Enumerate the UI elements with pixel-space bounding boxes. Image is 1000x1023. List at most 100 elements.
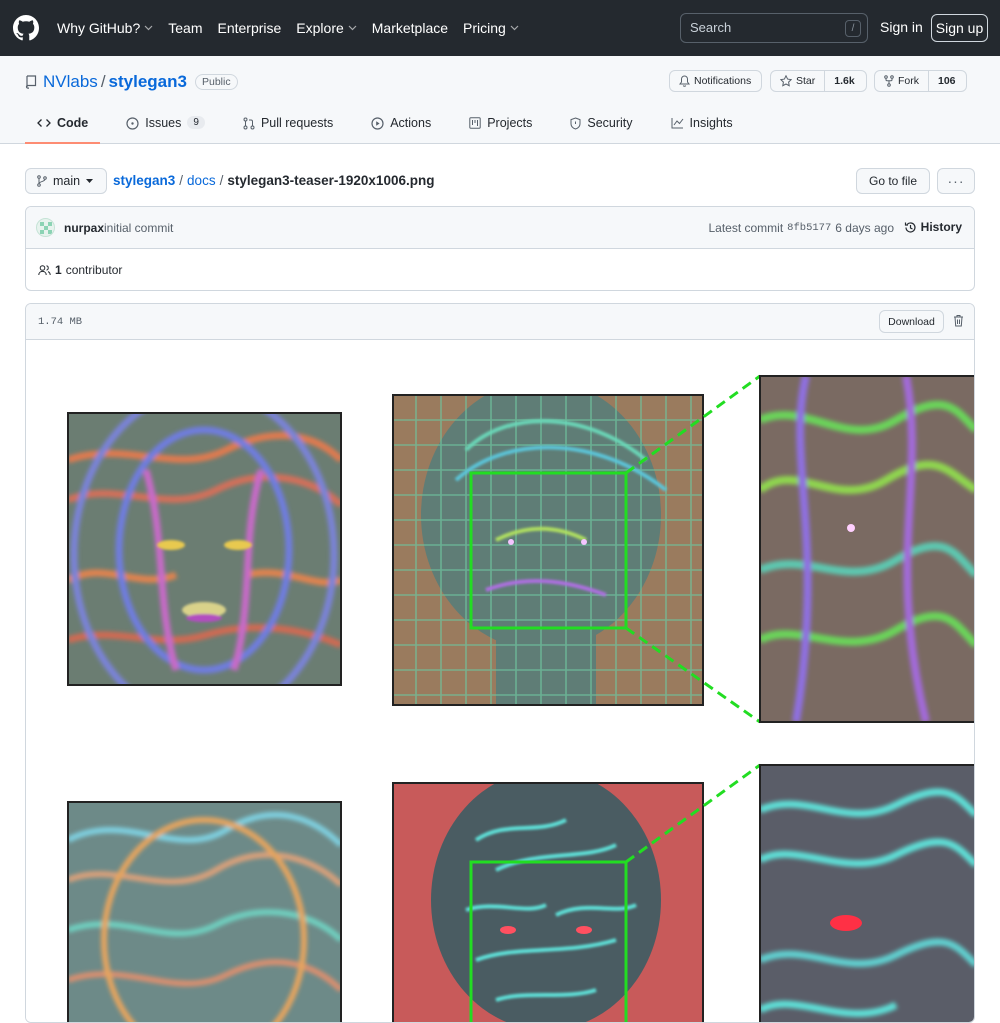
file-navigation: main stylegan3 / docs / stylegan3-teaser… — [25, 168, 975, 194]
repo-tabs: Code Issues 9 Pull requests Actions Proj… — [25, 116, 759, 144]
tab-code-label: Code — [57, 116, 89, 130]
fork-count[interactable]: 106 — [928, 71, 965, 91]
chevron-down-icon — [510, 25, 519, 31]
breadcrumb-repo-link[interactable]: stylegan3 — [113, 173, 175, 188]
commit-message-link[interactable]: initial commit — [104, 221, 173, 235]
star-segment[interactable]: Star — [771, 71, 824, 91]
download-button[interactable]: Download — [879, 310, 944, 333]
history-link[interactable]: History — [904, 220, 962, 234]
notifications-button[interactable]: Notifications — [669, 70, 762, 92]
avatar[interactable] — [36, 218, 55, 237]
commit-age: 6 days ago — [835, 221, 894, 235]
tab-issues[interactable]: Issues 9 — [114, 116, 205, 144]
nav-pricing[interactable]: Pricing — [463, 20, 519, 36]
star-count[interactable]: 1.6k — [824, 71, 863, 91]
history-label: History — [920, 220, 962, 234]
face-panel-4 — [393, 783, 703, 1022]
tab-security[interactable]: Security — [558, 116, 633, 144]
breadcrumb: stylegan3 / docs / stylegan3-teaser-1920… — [113, 173, 434, 188]
nav-why-github-label: Why GitHub? — [57, 20, 141, 36]
contributors-label: contributor — [65, 263, 123, 277]
fork-segment[interactable]: Fork — [875, 71, 928, 91]
pull-request-icon — [243, 117, 255, 130]
tab-insights[interactable]: Insights — [659, 116, 733, 144]
nav-marketplace[interactable]: Marketplace — [372, 20, 448, 36]
breadcrumb-separator: / — [179, 173, 184, 188]
people-icon — [38, 265, 51, 276]
search-shortcut-key: / — [845, 20, 861, 37]
breadcrumb-docs-link[interactable]: docs — [187, 173, 216, 188]
issues-count-badge: 9 — [187, 116, 205, 129]
tab-projects[interactable]: Projects — [457, 116, 532, 144]
fork-label: Fork — [898, 75, 919, 87]
latest-commit-bar: nurpax initial commit Latest commit 8fb5… — [26, 207, 974, 249]
search-input[interactable]: Search / — [680, 13, 868, 43]
branch-icon — [37, 175, 47, 187]
fork-button[interactable]: Fork 106 — [874, 70, 967, 92]
commit-box: nurpax initial commit Latest commit 8fb5… — [25, 206, 975, 291]
tab-code[interactable]: Code — [25, 116, 101, 144]
contributors-bar: 1 contributor — [26, 249, 974, 290]
file-header: 1.74 MB Download — [26, 304, 974, 340]
more-options-button[interactable]: ··· — [937, 168, 975, 194]
file-size: 1.74 MB — [38, 316, 83, 328]
search-placeholder: Search — [690, 20, 732, 35]
trash-icon[interactable] — [953, 314, 964, 327]
nav-explore[interactable]: Explore — [296, 20, 357, 36]
tab-actions[interactable]: Actions — [359, 116, 431, 144]
image-preview — [26, 340, 974, 1022]
code-icon — [37, 119, 51, 127]
zoom-panel-2 — [760, 765, 974, 1022]
file-view: 1.74 MB Download — [25, 303, 975, 1023]
contributors-link[interactable]: 1 contributor — [38, 263, 122, 277]
sign-in-link[interactable]: Sign in — [880, 19, 923, 35]
nav-pricing-label: Pricing — [463, 20, 506, 36]
nav-enterprise[interactable]: Enterprise — [217, 20, 281, 36]
github-logo-icon[interactable] — [13, 15, 39, 41]
graph-icon — [671, 118, 683, 129]
top-header: Why GitHub? Team Enterprise Explore Mark… — [0, 0, 1000, 56]
contributors-count: 1 — [55, 263, 62, 277]
repo-separator: / — [100, 72, 106, 91]
tab-actions-label: Actions — [390, 116, 432, 130]
commit-sha-link[interactable]: 8fb5177 — [787, 222, 831, 235]
branch-selector[interactable]: main — [25, 168, 107, 194]
notifications-label: Notifications — [694, 75, 752, 87]
fork-icon — [884, 75, 894, 87]
tab-security-label: Security — [587, 116, 633, 130]
breadcrumb-filename: stylegan3-teaser-1920x1006.png — [227, 173, 435, 188]
tab-insights-label: Insights — [689, 116, 733, 130]
breadcrumb-separator: / — [219, 173, 224, 188]
branch-name: main — [53, 174, 81, 188]
repo-owner-link[interactable]: NVlabs — [43, 72, 98, 92]
star-icon — [780, 75, 792, 87]
nav-why-github[interactable]: Why GitHub? — [57, 20, 153, 36]
latest-commit-info: Latest commit 8fb5177 6 days ago — [708, 221, 894, 235]
nav-team[interactable]: Team — [168, 20, 202, 36]
nav-explore-label: Explore — [296, 20, 344, 36]
tab-pull-requests-label: Pull requests — [260, 116, 334, 130]
star-button[interactable]: Star 1.6k — [770, 70, 867, 92]
go-to-file-button[interactable]: Go to file — [856, 168, 930, 194]
play-icon — [371, 117, 384, 130]
tab-issues-label: Issues — [145, 116, 182, 130]
visibility-badge: Public — [194, 74, 238, 90]
bell-icon — [679, 75, 690, 87]
star-label: Star — [796, 75, 816, 87]
commit-author-link[interactable]: nurpax — [64, 221, 104, 235]
zoom-panel-1 — [760, 376, 974, 722]
face-panel-2 — [393, 395, 703, 705]
project-icon — [469, 117, 481, 129]
repo-icon — [25, 75, 37, 89]
sign-up-button[interactable]: Sign up — [931, 14, 988, 42]
issue-icon — [126, 117, 139, 130]
top-navigation: Why GitHub? Team Enterprise Explore Mark… — [57, 20, 534, 36]
chevron-down-icon — [348, 25, 357, 31]
teaser-image — [67, 374, 974, 1022]
latest-commit-label: Latest commit — [708, 221, 784, 235]
face-panel-1 — [68, 413, 341, 685]
tab-pull-requests[interactable]: Pull requests — [231, 116, 333, 144]
repo-name-link[interactable]: stylegan3 — [109, 72, 187, 92]
chevron-down-icon — [144, 25, 153, 31]
repo-header: NVlabs / stylegan3 Public Notifications … — [0, 56, 1000, 144]
